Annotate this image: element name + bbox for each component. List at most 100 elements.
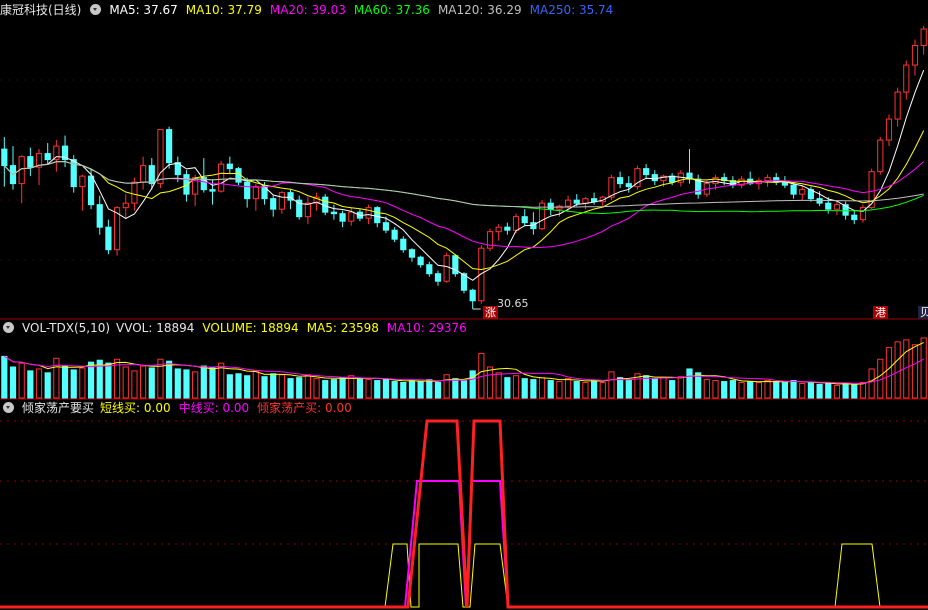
volume-bar <box>131 370 138 399</box>
candle-body <box>1 148 8 167</box>
stock-title: 康冠科技(日线) <box>0 3 82 17</box>
candle-body <box>27 156 34 168</box>
volume-bar <box>79 367 86 399</box>
volume-bar <box>590 380 598 399</box>
volume-bar <box>495 372 502 399</box>
candle-body <box>625 183 632 188</box>
volume-bar <box>868 368 875 399</box>
candle-body <box>270 198 277 210</box>
volume-bar <box>911 344 919 399</box>
candle-body <box>521 216 528 224</box>
candle-body <box>434 273 442 282</box>
candle-body <box>244 181 251 200</box>
candle-body <box>617 177 624 185</box>
candle-body <box>903 64 910 93</box>
volume-bar <box>755 382 762 399</box>
candle-body <box>252 186 259 200</box>
candle-body <box>825 202 832 210</box>
candle-body <box>417 256 424 266</box>
volume-bar <box>417 381 424 399</box>
candle-body <box>382 222 390 231</box>
volume-bar <box>348 375 355 399</box>
volume-bar <box>504 377 511 399</box>
candle-body <box>140 165 147 183</box>
dropdown-icon[interactable] <box>90 4 102 15</box>
volume-bar <box>825 382 832 399</box>
ind-label-0: 短线买: 0.00 <box>100 401 171 415</box>
volume-bar <box>330 379 338 399</box>
indicator-title: 倾家荡产要买 <box>22 401 95 415</box>
volume-bar <box>209 367 216 399</box>
volume-bar <box>643 375 650 399</box>
volume-bar <box>469 370 476 399</box>
volume-bar <box>833 384 841 399</box>
vol-label-0: VVOL: 18894 <box>116 321 195 335</box>
volume-bar <box>365 379 372 399</box>
candle-body <box>885 118 893 141</box>
candle-body <box>44 153 51 161</box>
candle-body <box>166 129 173 164</box>
candle-body <box>391 229 398 240</box>
candle-body <box>764 177 771 182</box>
candle-body <box>643 168 650 176</box>
stock-chart <box>0 26 928 609</box>
dropdown-icon[interactable] <box>3 402 14 413</box>
volume-bar <box>799 382 806 399</box>
candle-body <box>547 202 554 210</box>
candle-body <box>218 163 225 192</box>
volume-bar <box>712 380 719 399</box>
volume-bar <box>859 382 867 399</box>
volume-bar <box>287 378 294 399</box>
volume-bar <box>556 381 563 399</box>
candle-body <box>582 198 589 204</box>
volume-bar <box>781 382 788 399</box>
volume-bar <box>651 378 658 399</box>
volume-bar <box>174 368 181 399</box>
candle-body <box>833 204 841 210</box>
volume-bar <box>192 371 199 399</box>
volume-bar <box>790 380 797 399</box>
tag-gang: 港 <box>873 306 888 319</box>
candle-body <box>851 214 858 221</box>
volume-bar <box>382 379 390 399</box>
volume-legend: VVOL: 18894 VOLUME: 18894 MA5: 23598 MA10: … <box>116 321 475 335</box>
volume-header: VOL-TDX(5,10) VVOL: 18894 VOLUME: 18894 MA5… <box>0 319 483 337</box>
vol-label-2: MA5: 23598 <box>306 321 379 335</box>
candle-body <box>495 226 502 233</box>
volume-bar <box>226 374 233 399</box>
volume-bar <box>530 379 537 399</box>
volume-bar <box>573 381 580 399</box>
volume-bar <box>686 368 693 399</box>
candle-body <box>443 255 450 282</box>
volume-bar <box>538 377 546 399</box>
candle-body <box>365 207 372 219</box>
candle-body <box>426 264 433 275</box>
ma-label-2: MA20: 39.03 <box>269 3 346 17</box>
low-price-label: 30.65 <box>497 297 529 310</box>
volume-bar <box>599 382 606 399</box>
candle-body <box>469 289 476 302</box>
volume-bar <box>44 372 51 399</box>
volume-bar <box>356 378 364 399</box>
candle-body <box>122 202 129 209</box>
price-header: 康冠科技(日线) MA5: 37.67 MA10: 37.79 MA20: 39.03… <box>0 1 629 19</box>
indicator-header: 倾家荡产要买 短线买: 0.00 中线买: 0.00 倾家荡产买: 0.00 <box>0 399 368 417</box>
volume-bar <box>87 361 95 399</box>
volume-bar <box>608 371 615 399</box>
volume-bar <box>322 380 329 399</box>
volume-bar <box>70 369 77 399</box>
candle-body <box>96 204 103 228</box>
candle-body <box>226 163 233 170</box>
dropdown-icon[interactable] <box>3 322 14 333</box>
volume-bar <box>816 383 823 399</box>
candle-body <box>799 189 806 195</box>
candle-body <box>868 171 875 209</box>
volume-bar <box>807 382 815 399</box>
volume-bar <box>270 373 277 399</box>
candle-body <box>374 207 381 224</box>
volume-bar <box>1 355 8 399</box>
candle-body <box>504 226 511 231</box>
volume-bar <box>140 365 147 399</box>
volume-bar <box>235 373 242 399</box>
volume-bar <box>625 379 632 399</box>
